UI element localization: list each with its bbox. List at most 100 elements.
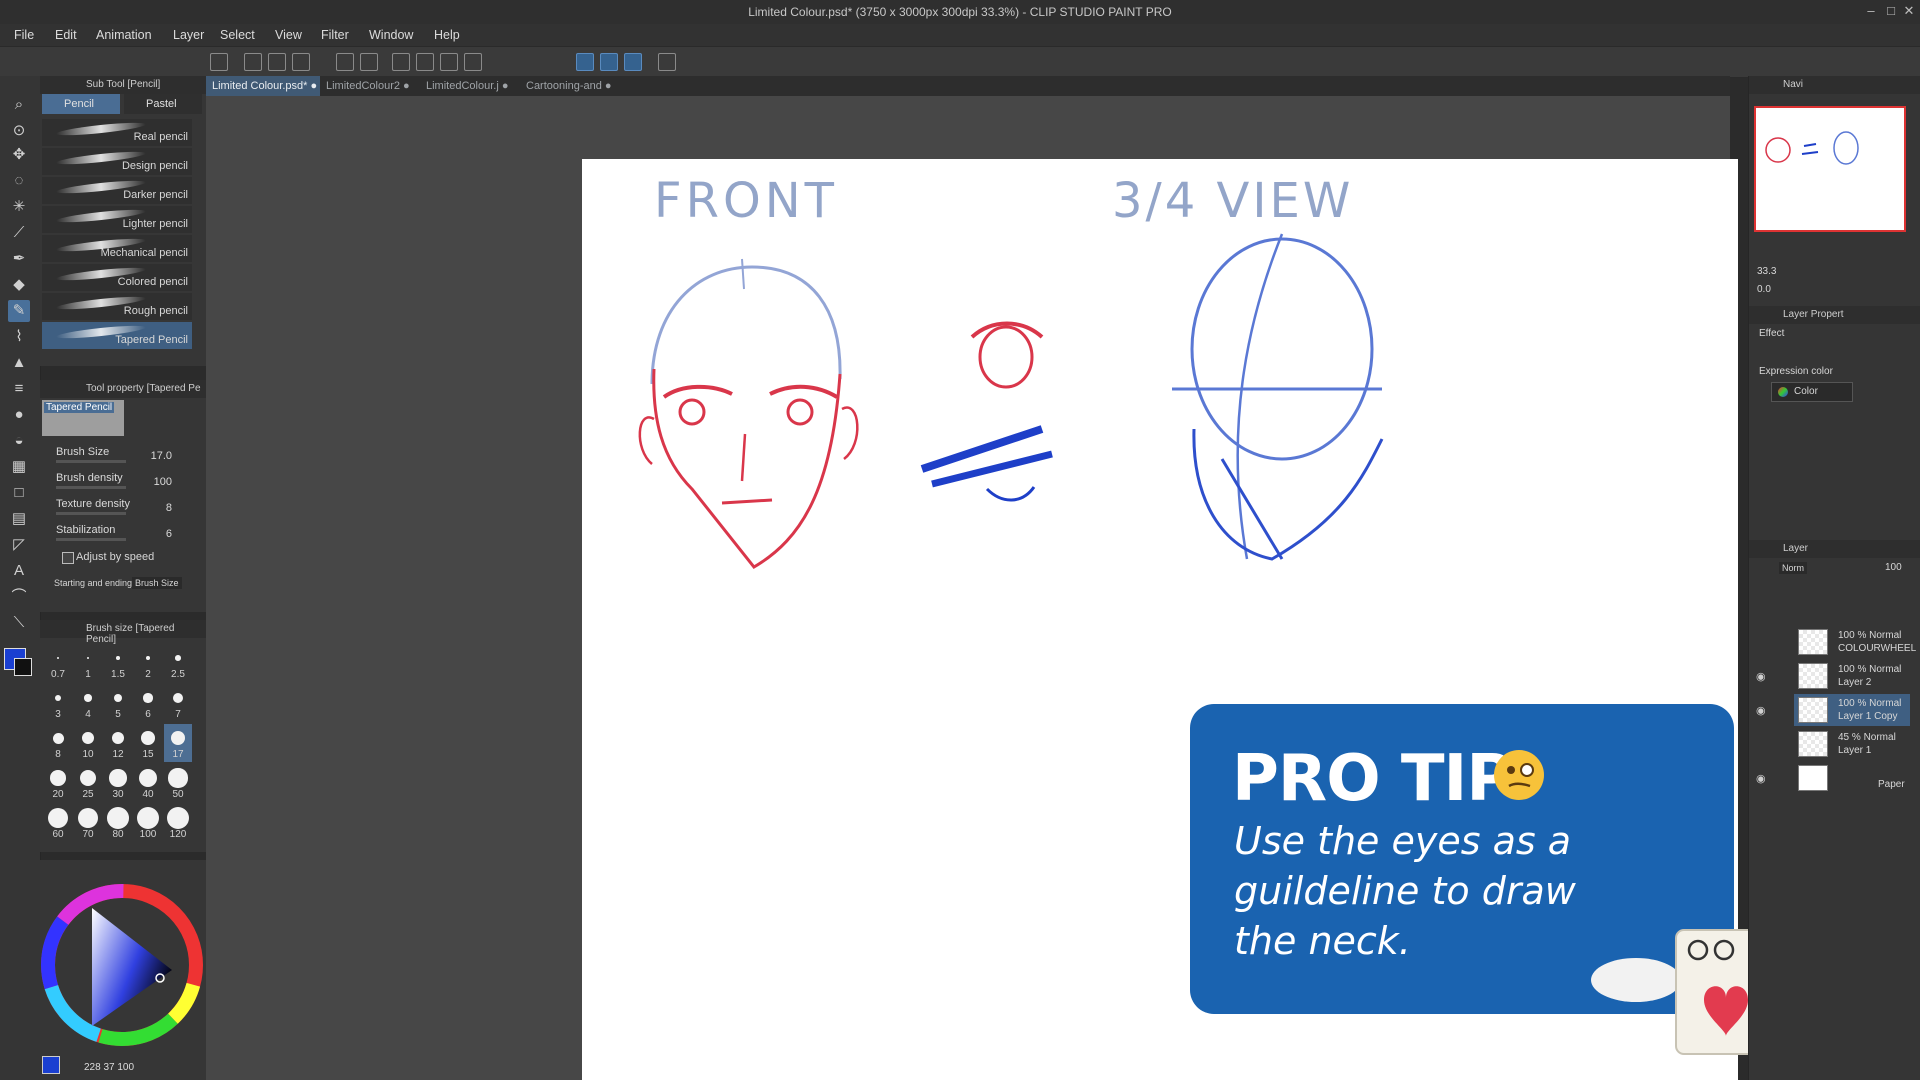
brush-size-option[interactable]: 50 bbox=[164, 764, 192, 802]
new-file-icon[interactable] bbox=[244, 53, 262, 71]
brush-size-option[interactable]: 100 bbox=[134, 804, 162, 842]
doc-tab-limited-colour[interactable]: Limited Colour.psd* ● bbox=[206, 76, 320, 96]
close-icon[interactable]: ✕ bbox=[1900, 3, 1918, 19]
undo-icon[interactable] bbox=[336, 53, 354, 71]
layer-1-copy[interactable]: 100 % Normal Layer 1 Copy bbox=[1794, 694, 1910, 726]
maximize-icon[interactable]: □ bbox=[1882, 3, 1900, 18]
menu-view[interactable]: View bbox=[275, 28, 302, 42]
menu-file[interactable]: File bbox=[14, 28, 34, 42]
menu-select[interactable]: Select bbox=[220, 28, 255, 42]
brush-size-option[interactable]: 4 bbox=[74, 684, 102, 722]
save-icon[interactable] bbox=[292, 53, 310, 71]
brush-design-pencil[interactable]: Design pencil bbox=[42, 148, 192, 175]
snap-ruler-icon[interactable] bbox=[576, 53, 594, 71]
text-tool-icon[interactable]: A bbox=[8, 560, 30, 582]
frame-border-icon[interactable]: ▤ bbox=[8, 508, 30, 530]
menu-window[interactable]: Window bbox=[369, 28, 413, 42]
brush-size-option[interactable]: 12 bbox=[104, 724, 132, 762]
paper-eye-icon[interactable]: ◉ bbox=[1756, 772, 1766, 785]
brush-size-option[interactable]: 120 bbox=[164, 804, 192, 842]
decoration-icon[interactable]: ≡ bbox=[8, 378, 30, 400]
zoom-tool-icon[interactable]: ⌕ bbox=[8, 94, 30, 116]
layer-opacity-value[interactable]: 100 bbox=[1885, 562, 1902, 573]
layer-paper[interactable]: Paper bbox=[1794, 762, 1910, 794]
open-file-icon[interactable] bbox=[268, 53, 286, 71]
brush-size-row[interactable]: Brush Size 17.0 bbox=[48, 444, 198, 466]
clip-studio-icon[interactable] bbox=[210, 53, 228, 71]
brush-size-option[interactable]: 3 bbox=[44, 684, 72, 722]
brush-size-option[interactable]: 70 bbox=[74, 804, 102, 842]
figure-icon[interactable]: □ bbox=[8, 482, 30, 504]
pencil-tool-icon[interactable]: ✎ bbox=[8, 300, 30, 322]
layer-colourwheel[interactable]: 100 % Normal COLOURWHEEL bbox=[1794, 626, 1916, 658]
brush-darker-pencil[interactable]: Darker pencil bbox=[42, 177, 192, 204]
brush-size-option[interactable]: 30 bbox=[104, 764, 132, 802]
menu-animation[interactable]: Animation bbox=[96, 28, 152, 42]
brush-colored-pencil[interactable]: Colored pencil bbox=[42, 264, 192, 291]
doc-tab-cartooning[interactable]: Cartooning-and ● bbox=[520, 76, 620, 96]
zoom-value[interactable]: 33.3 bbox=[1757, 266, 1776, 277]
brush-size-option[interactable]: 8 bbox=[44, 724, 72, 762]
brush-rough-pencil[interactable]: Rough pencil bbox=[42, 293, 192, 320]
layer-2-eye-icon[interactable]: ◉ bbox=[1756, 670, 1766, 683]
auto-select-icon[interactable]: ✳ bbox=[8, 196, 30, 218]
menu-help[interactable]: Help bbox=[434, 28, 460, 42]
crop-icon[interactable] bbox=[464, 53, 482, 71]
brush-size-option[interactable]: 25 bbox=[74, 764, 102, 802]
snap-grid-icon[interactable] bbox=[624, 53, 642, 71]
adjust-by-speed-checkbox[interactable] bbox=[62, 552, 74, 564]
tab-pencil[interactable]: Pencil bbox=[42, 94, 120, 114]
menu-edit[interactable]: Edit bbox=[55, 28, 77, 42]
eraser-icon[interactable]: ◆ bbox=[8, 274, 30, 296]
brush-lighter-pencil[interactable]: Lighter pencil bbox=[42, 206, 192, 233]
texture-density-row[interactable]: Texture density 8 bbox=[48, 496, 198, 518]
transform-icon[interactable] bbox=[440, 53, 458, 71]
layer-2[interactable]: 100 % Normal Layer 2 bbox=[1794, 660, 1910, 692]
layer-1-copy-eye-icon[interactable]: ◉ bbox=[1756, 704, 1766, 717]
brush-size-option[interactable]: 15 bbox=[134, 724, 162, 762]
minimize-icon[interactable]: – bbox=[1862, 3, 1880, 18]
brush-size-option[interactable]: 5 bbox=[104, 684, 132, 722]
layer-1[interactable]: 45 % Normal Layer 1 bbox=[1794, 728, 1910, 760]
help-icon[interactable] bbox=[658, 53, 676, 71]
brush-mechanical-pencil[interactable]: Mechanical pencil bbox=[42, 235, 192, 262]
blend-mode-select[interactable]: Norm bbox=[1779, 562, 1807, 574]
menu-filter[interactable]: Filter bbox=[321, 28, 349, 42]
sub-color-swatch[interactable] bbox=[14, 658, 32, 676]
brush-real-pencil[interactable]: Real pencil bbox=[42, 119, 192, 146]
navigator-preview[interactable] bbox=[1754, 106, 1906, 232]
brush-tool-icon[interactable]: ⌇ bbox=[8, 326, 30, 348]
ruler-icon[interactable]: ◸ bbox=[8, 534, 30, 556]
brush-size-option[interactable]: 10 bbox=[74, 724, 102, 762]
rotation-value[interactable]: 0.0 bbox=[1757, 284, 1771, 295]
blend-tool-icon[interactable]: ● bbox=[8, 404, 30, 426]
snap-special-ruler-icon[interactable] bbox=[600, 53, 618, 71]
redo-icon[interactable] bbox=[360, 53, 378, 71]
doc-tab-limited-colour-j[interactable]: LimitedColour.j ● bbox=[420, 76, 520, 96]
airbrush-icon[interactable]: ▲ bbox=[8, 352, 30, 374]
menu-layer[interactable]: Layer bbox=[173, 28, 204, 42]
brush-tapered-pencil[interactable]: Tapered Pencil bbox=[42, 322, 192, 349]
pen-tool-icon[interactable]: ✒ bbox=[8, 248, 30, 270]
brush-size-option[interactable]: 60 bbox=[44, 804, 72, 842]
expression-color-select[interactable]: Color bbox=[1771, 382, 1853, 402]
tab-pastel[interactable]: Pastel bbox=[124, 94, 202, 114]
clear-icon[interactable] bbox=[392, 53, 410, 71]
correct-line-icon[interactable]: ⟍ bbox=[8, 612, 30, 634]
panel-main-color[interactable] bbox=[42, 1056, 60, 1074]
brush-size-option[interactable]: 1 bbox=[74, 644, 102, 682]
fill-icon[interactable] bbox=[416, 53, 434, 71]
brush-size-option[interactable]: 2.5 bbox=[164, 644, 192, 682]
brush-size-option[interactable]: 20 bbox=[44, 764, 72, 802]
move-layer-icon[interactable]: ✥ bbox=[8, 144, 30, 166]
starting-ending-select[interactable]: Brush Size bbox=[132, 577, 182, 589]
brush-size-option[interactable]: 2 bbox=[134, 644, 162, 682]
color-wheel[interactable] bbox=[40, 878, 206, 1048]
stabilization-row[interactable]: Stabilization 6 bbox=[48, 522, 198, 544]
selection-tool-icon[interactable]: ◌ bbox=[8, 170, 30, 192]
brush-size-option[interactable]: 6 bbox=[134, 684, 162, 722]
brush-size-option[interactable]: 80 bbox=[104, 804, 132, 842]
balloon-icon[interactable]: ⌒ bbox=[8, 586, 30, 608]
eyedropper-icon[interactable]: ⟋ bbox=[8, 222, 30, 244]
operation-tool-icon[interactable]: ⊙ bbox=[8, 120, 30, 142]
